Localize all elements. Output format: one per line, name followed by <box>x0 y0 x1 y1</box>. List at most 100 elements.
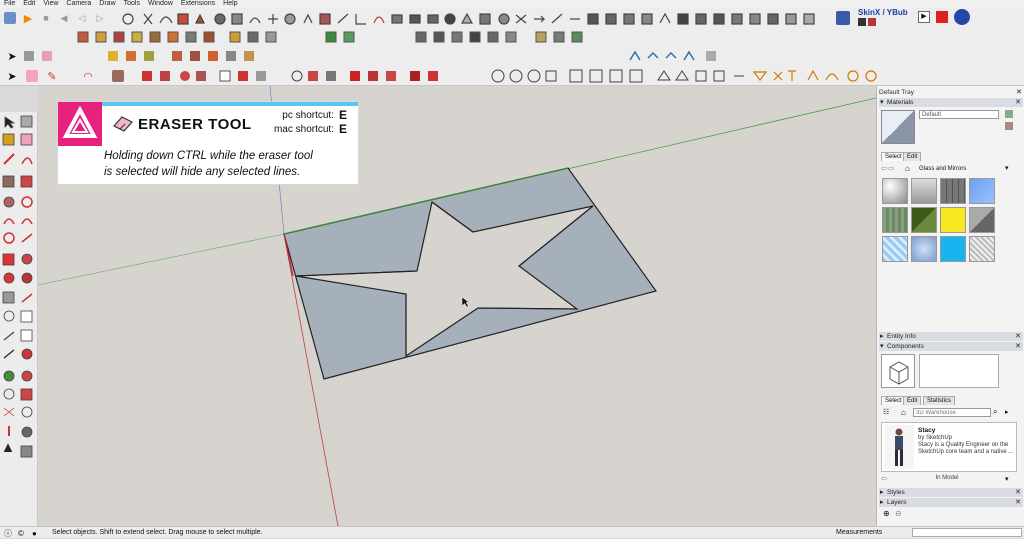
menu-window[interactable]: Window <box>148 0 173 8</box>
components-tab-edit[interactable]: Edit <box>903 396 922 405</box>
material-swatch[interactable] <box>882 178 908 204</box>
geo-location-icon[interactable]: ⓘ <box>4 528 12 539</box>
materials-header-label: Materials <box>887 99 914 106</box>
nav-back-forward-icon[interactable]: ⇦⇨ <box>881 164 894 173</box>
materials-close-icon[interactable]: ✕ <box>1015 98 1021 107</box>
mac-shortcut-label: mac shortcut: <box>273 124 334 135</box>
menu-camera[interactable]: Camera <box>66 0 91 8</box>
styles-panel-header[interactable]: Styles ✕ <box>879 488 1023 497</box>
home-icon[interactable]: ⌂ <box>905 164 910 173</box>
star-cutout-face[interactable] <box>283 167 657 380</box>
add-layer-icon[interactable]: ⊕ <box>883 509 890 518</box>
materials-tab-select[interactable]: Select <box>881 152 906 161</box>
material-swatch[interactable] <box>911 207 937 233</box>
component-name[interactable]: Stacy <box>918 427 935 434</box>
pencil-tool-icon[interactable]: ✎ <box>44 68 60 84</box>
skin-plugin-label[interactable]: SkinX / YBub <box>858 8 908 18</box>
menu-draw[interactable]: Draw <box>99 0 115 8</box>
styles-close-icon[interactable]: ✕ <box>1015 488 1021 497</box>
menu-tools[interactable]: Tools <box>124 0 140 8</box>
sample-paint-icon[interactable] <box>1005 122 1013 130</box>
stop-icon[interactable]: ■ <box>38 10 54 26</box>
material-swatch[interactable] <box>940 236 966 262</box>
toolbar-4a-icons[interactable] <box>140 68 460 84</box>
component-preview-icon <box>881 354 915 388</box>
components-panel-header[interactable]: Components ✕ <box>879 342 1023 351</box>
entity-info-close-icon[interactable]: ✕ <box>1015 332 1021 341</box>
layers-panel-header[interactable]: Layers ✕ <box>879 498 1023 507</box>
toolbar-3b-icons[interactable] <box>170 48 370 64</box>
measurements-input[interactable] <box>912 528 1022 537</box>
materials-panel-header[interactable]: Materials ✕ <box>879 98 1023 107</box>
skin-button-1[interactable] <box>858 18 866 26</box>
stacy-thumbnail-icon[interactable] <box>884 425 914 469</box>
material-swatch[interactable] <box>969 236 995 262</box>
in-model-label[interactable]: In Model <box>917 475 977 481</box>
select-arrow-icon[interactable]: ➤ <box>4 48 20 64</box>
toolbar-3c-icons[interactable] <box>628 48 748 64</box>
play-small-icon[interactable]: ▶ <box>918 11 930 23</box>
material-swatch[interactable] <box>969 207 995 233</box>
user-icon[interactable]: ● <box>32 528 37 539</box>
create-material-icon[interactable] <box>1005 110 1013 118</box>
select-tool-icon[interactable]: ➤ <box>4 68 20 84</box>
material-collection-select[interactable]: Glass and Mirrors <box>915 164 1005 174</box>
material-swatch[interactable] <box>940 207 966 233</box>
mouse-cursor-icon <box>461 296 470 308</box>
toolbar-3a-icons[interactable] <box>22 48 162 64</box>
credits-icon[interactable]: © <box>18 528 24 539</box>
tip-line-2: is selected will hide any selected lines… <box>104 166 301 178</box>
components-menu-icon[interactable]: ▸ <box>1005 408 1009 416</box>
components-close-icon[interactable]: ✕ <box>1015 342 1021 351</box>
material-swatch[interactable] <box>882 236 908 262</box>
components-nav-icon[interactable]: ⇦ <box>881 474 888 483</box>
material-swatch[interactable] <box>969 178 995 204</box>
play-icon[interactable]: ▶ <box>20 10 36 26</box>
entity-info-panel-header[interactable]: Entity Info ✕ <box>879 332 1023 341</box>
eraser-tool-icon[interactable] <box>24 68 40 84</box>
status-hint: Select objects. Shift to extend select. … <box>52 529 263 536</box>
material-swatch[interactable] <box>940 178 966 204</box>
component-search-input[interactable] <box>913 408 991 417</box>
material-swatch[interactable] <box>882 207 908 233</box>
plugin-logo-icon[interactable] <box>836 11 850 25</box>
view-options-icon[interactable]: ☷ <box>883 408 889 416</box>
in-model-chevron-icon[interactable]: ▾ <box>1005 475 1009 483</box>
pc-shortcut-key: E <box>339 108 348 122</box>
components-tab-select[interactable]: Select <box>881 396 906 405</box>
record-icon[interactable] <box>936 11 948 23</box>
pc-shortcut-label: pc shortcut: <box>282 110 334 121</box>
remove-layer-icon[interactable]: ⊖ <box>895 509 902 518</box>
tray-pin-icon[interactable]: ✕ <box>1016 88 1022 96</box>
materials-tab-edit[interactable]: Edit <box>903 152 922 161</box>
skin-button-2[interactable] <box>868 18 876 26</box>
rewind-icon[interactable]: ◀ <box>56 10 72 26</box>
tray-title: Default Tray <box>879 89 915 96</box>
back-icon[interactable]: ◁ <box>74 10 90 26</box>
forward-icon[interactable]: ▷ <box>92 10 108 26</box>
layers-close-icon[interactable]: ✕ <box>1015 498 1021 507</box>
menu-help[interactable]: Help <box>223 0 237 8</box>
toolbar-4b-icons[interactable] <box>490 68 890 84</box>
rectangle-tool-icon[interactable] <box>110 68 126 84</box>
material-swatch[interactable] <box>911 236 937 262</box>
chevron-down-icon[interactable]: ▾ <box>1005 164 1009 172</box>
search-icon[interactable]: ⌕ <box>993 407 997 417</box>
menu-edit[interactable]: Edit <box>23 0 35 8</box>
menu-view[interactable]: View <box>43 0 58 8</box>
help-icon[interactable] <box>954 9 970 25</box>
menu-extensions[interactable]: Extensions <box>181 0 215 8</box>
arc-tool-icon[interactable]: ◠ <box>80 68 96 84</box>
mac-shortcut-key: E <box>339 122 348 136</box>
menu-file[interactable]: File <box>4 0 15 8</box>
plugin-toolbar-2-icons[interactable] <box>76 29 596 45</box>
components-home-icon[interactable]: ⌂ <box>901 408 906 417</box>
left-toolbar-icons[interactable] <box>0 112 38 462</box>
material-swatch[interactable] <box>911 178 937 204</box>
undo-icon[interactable] <box>2 10 18 26</box>
material-name-field[interactable]: Default <box>919 110 999 119</box>
eraser-icon <box>112 114 134 132</box>
plugin-toolbar-icons[interactable] <box>120 11 840 27</box>
components-tab-statistics[interactable]: Statistics <box>923 396 956 405</box>
tip-line-1: Holding down CTRL while the eraser tool <box>104 150 313 162</box>
